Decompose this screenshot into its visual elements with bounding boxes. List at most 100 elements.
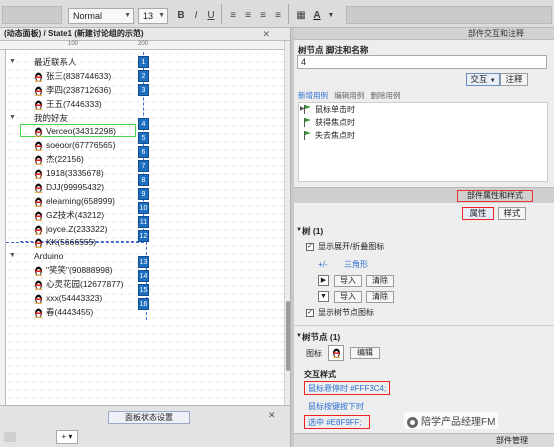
selected-style-link[interactable]: 选中 #E8F9FF;	[308, 417, 362, 428]
tab-note[interactable]: 注释	[500, 73, 528, 86]
font-size-select[interactable]: 13 ▼	[138, 8, 168, 24]
list-item[interactable]: joyce.Z(233322)	[34, 223, 107, 235]
list-item[interactable]: 1918(3335678)	[34, 167, 104, 179]
list-item[interactable]: 杰(22156)	[34, 153, 84, 165]
list-item[interactable]: soeoor(67776565)	[34, 139, 115, 151]
show-tree-icon-checkbox[interactable]: ✓	[306, 309, 314, 317]
import-button[interactable]: 导入	[334, 275, 362, 287]
close-icon[interactable]: ✕	[262, 28, 270, 40]
event-flag-icon	[304, 131, 311, 140]
tab-interaction[interactable]: 交互 ▼	[466, 73, 500, 86]
qq-penguin-icon	[34, 197, 43, 207]
underline-button[interactable]: U	[204, 8, 218, 23]
import-button[interactable]: 导入	[334, 291, 362, 303]
list-item[interactable]: elearning(658999)	[34, 195, 115, 207]
footnote-badge: 7	[138, 160, 149, 172]
list-item[interactable]: GZ技术(43212)	[34, 209, 104, 221]
qq-penguin-icon	[34, 266, 43, 276]
event-item-click[interactable]: 鼠标单击时	[315, 104, 355, 115]
list-item[interactable]: Verceo(34312298)	[34, 125, 116, 137]
list-item[interactable]: 张三(838744633)	[34, 70, 111, 82]
footnote-badge: 6	[138, 146, 149, 158]
footnote-badge: 11	[138, 216, 149, 228]
list-item[interactable]: 王五(7446333)	[34, 98, 102, 110]
design-canvas[interactable]: ▼ 最近联系人 张三(838744633) 李四(238712636) 王五(7…	[6, 50, 284, 405]
chevron-down-icon[interactable]: ▼	[324, 8, 338, 23]
plus-minus-option[interactable]: +/-	[318, 259, 328, 270]
show-expand-checkbox[interactable]: ✓	[306, 243, 314, 251]
clear-button[interactable]: 清除	[366, 291, 394, 303]
list-item[interactable]: DJJ(99995432)	[34, 181, 104, 193]
node-icon-preview[interactable]	[328, 345, 344, 361]
panel-state-title: 面板状态设置	[108, 411, 190, 424]
footnote-badge: 14	[138, 270, 149, 282]
panel-state-settings: 面板状态设置 ✕ + ▾	[0, 405, 290, 447]
chevron-down-icon: ▼	[489, 78, 496, 84]
list-item[interactable]: KK(5666555)	[34, 236, 96, 248]
font-color-button[interactable]: A	[310, 8, 324, 23]
footnote-badge: 1	[138, 56, 149, 68]
qq-penguin-icon	[34, 238, 43, 248]
align-left-icon[interactable]: ≡	[226, 8, 240, 23]
event-item-blur[interactable]: 失去焦点时	[315, 130, 355, 141]
edit-case-link[interactable]: 编辑用例	[334, 91, 364, 100]
chevron-down-icon: ▼	[158, 12, 165, 19]
new-case-link[interactable]: 新增用例	[298, 91, 328, 100]
interaction-panel: 树节点 脚注和名称 4 交互 ▼ 注释 新增用例 编辑用例 删除用例 ▶ 鼠标单…	[294, 40, 554, 187]
hover-style-link[interactable]: 鼠标悬停时 #FFF3C4;	[308, 383, 386, 394]
qq-penguin-icon	[34, 72, 43, 82]
align-right-icon[interactable]: ≡	[256, 8, 270, 23]
delete-case-link[interactable]: 删除用例	[371, 91, 401, 100]
close-icon[interactable]: ✕	[268, 410, 276, 421]
edit-icon-button[interactable]: 编辑	[350, 347, 380, 359]
tab-properties[interactable]: 属性	[462, 207, 494, 220]
canvas-tab[interactable]: (动态面板) / State1 (新建讨论组的示范) ✕	[0, 28, 290, 41]
fill-color-icon[interactable]: ▦	[294, 8, 308, 23]
widget-manager-tab[interactable]: 部件管理	[294, 433, 554, 447]
footnote-badge: 10	[138, 202, 149, 214]
toolbar-separator	[221, 4, 222, 24]
font-style-select[interactable]: Normal ▼	[68, 8, 134, 24]
qq-penguin-icon	[34, 183, 43, 193]
mouse-down-style-link[interactable]: 鼠标按键按下时	[308, 401, 364, 412]
event-actions: 新增用例 编辑用例 删除用例	[298, 90, 401, 101]
align-center-icon[interactable]: ≡	[241, 8, 255, 23]
toolbar-separator	[288, 4, 289, 24]
align-justify-icon[interactable]: ≡	[271, 8, 285, 23]
add-state-button[interactable]: + ▾	[56, 430, 78, 444]
collapse-arrow-icon[interactable]: ▼	[9, 250, 16, 262]
toolbar-left-group	[2, 6, 62, 24]
footnote-badge: 9	[138, 188, 149, 200]
interaction-style-title: 交互样式	[304, 370, 336, 379]
tree-section-title: 树 (1)	[302, 226, 324, 236]
collapse-arrow-icon[interactable]: ▼	[9, 112, 16, 124]
footnote-badge: 12	[138, 230, 149, 242]
chevron-down-icon: ▼	[124, 12, 131, 19]
italic-button[interactable]: I	[189, 8, 203, 23]
bold-button[interactable]: B	[174, 8, 188, 23]
show-expand-label: 显示展开/折叠图标	[318, 242, 385, 251]
footnote-badge: 3	[138, 84, 149, 96]
section-divider	[294, 325, 554, 326]
qq-penguin-icon	[34, 211, 43, 221]
event-item-focus[interactable]: 获得焦点时	[315, 117, 355, 128]
clear-button[interactable]: 清除	[366, 275, 394, 287]
footnote-badge: 13	[138, 256, 149, 268]
collapse-arrow-icon[interactable]: ▼	[9, 56, 16, 68]
footnote-badge: 16	[138, 298, 149, 310]
footnote-badge: 15	[138, 284, 149, 296]
properties-panel-title: 部件属性和样式	[457, 190, 533, 202]
properties-panel-header: 部件属性和样式	[294, 187, 554, 203]
tab-style[interactable]: 样式	[498, 207, 526, 220]
list-item[interactable]: xxx(54443323)	[34, 292, 102, 304]
list-item[interactable]: 李四(238712636)	[34, 84, 111, 96]
triangle-option[interactable]: 三角形	[344, 259, 368, 270]
node-name-input[interactable]: 4	[297, 55, 547, 69]
qq-penguin-icon	[34, 100, 43, 110]
list-item[interactable]: "笑笑"(90888998)	[34, 264, 113, 276]
list-item[interactable]: 春(4443455)	[34, 306, 93, 318]
qq-penguin-icon	[34, 280, 43, 290]
qq-penguin-icon	[34, 86, 43, 96]
list-item[interactable]: 心灵花园(12677877)	[34, 278, 123, 290]
interaction-panel-header: 部件交互和注释	[294, 28, 554, 40]
